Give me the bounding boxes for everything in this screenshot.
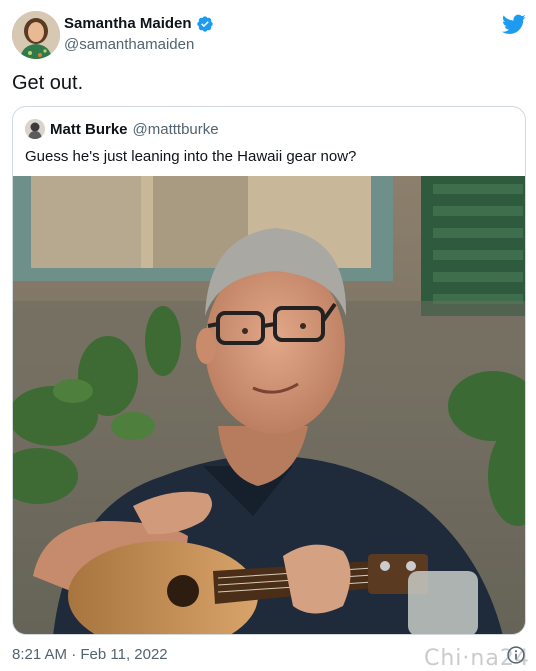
verified-badge-icon: [196, 15, 214, 33]
author-display-name[interactable]: Samantha Maiden: [64, 15, 192, 33]
author-avatar[interactable]: [12, 11, 60, 59]
quoted-media-photo[interactable]: [13, 176, 525, 634]
quoted-tweet-text: Guess he's just leaning into the Hawaii …: [25, 148, 357, 165]
twitter-bird-icon[interactable]: [502, 12, 526, 36]
author-name-row: Samantha Maiden: [64, 15, 214, 33]
quoted-handle[interactable]: @matttburke: [133, 121, 219, 139]
quoted-display-name[interactable]: Matt Burke: [50, 121, 128, 139]
quoted-author-avatar[interactable]: [25, 119, 45, 139]
info-icon[interactable]: [506, 645, 526, 665]
quoted-tweet[interactable]: Matt Burke @matttburke Guess he's just l…: [12, 106, 526, 635]
tweet-text: Get out.: [12, 72, 84, 94]
quoted-name-row: Matt Burke @matttburke: [50, 121, 219, 139]
tweet-timestamp[interactable]: 8:21 AM · Feb 11, 2022: [12, 646, 168, 663]
tweet-card: Samantha Maiden @samanthamaiden Get out.…: [0, 0, 536, 671]
author-handle[interactable]: @samanthamaiden: [64, 36, 194, 53]
